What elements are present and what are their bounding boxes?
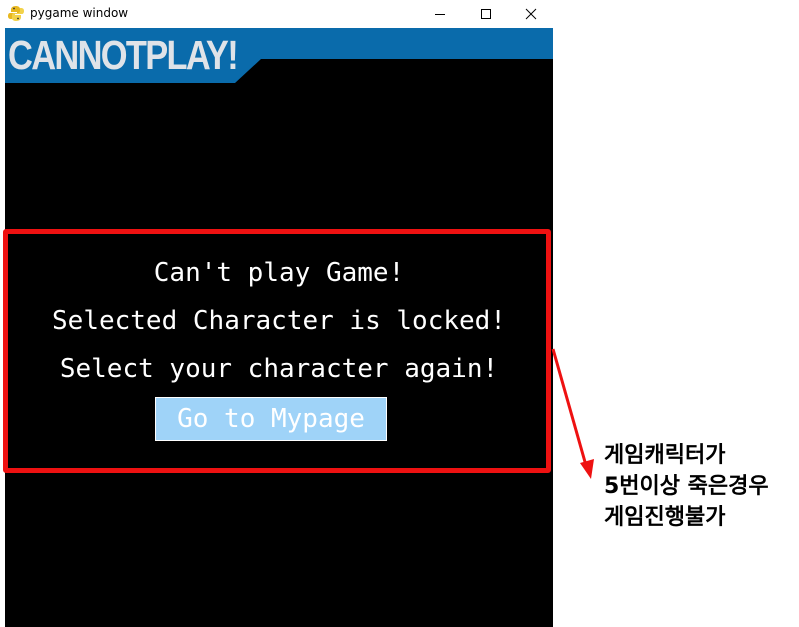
close-button[interactable]: [508, 0, 554, 28]
annotation-note: 게임캐릭터가 5번이상 죽은경우 게임진행불가: [604, 440, 769, 533]
close-icon: [525, 8, 537, 20]
window-title: pygame window: [30, 6, 129, 20]
message-line-2: Selected Character is locked!: [52, 306, 506, 336]
annotation-line-2: 5번이상 죽은경우: [604, 474, 769, 499]
pygame-window: pygame window CANNOTPLAY! Can't play Gam…: [0, 0, 554, 627]
arrow-icon: [551, 348, 594, 479]
game-canvas[interactable]: CANNOTPLAY! Can't play Game! Selected Ch…: [5, 28, 553, 627]
pygame-snake-icon: [8, 6, 24, 21]
minimize-button[interactable]: [417, 0, 463, 28]
minimize-icon: [435, 14, 445, 15]
title-bar[interactable]: pygame window: [0, 0, 554, 28]
annotation-line-1: 게임캐릭터가: [604, 443, 726, 468]
maximize-icon: [481, 9, 491, 19]
banner-title: CANNOTPLAY!: [8, 32, 239, 78]
maximize-button[interactable]: [463, 0, 509, 28]
message-line-1: Can't play Game!: [153, 258, 405, 288]
message-line-3: Select your character again!: [59, 354, 499, 384]
annotation-line-3: 게임진행불가: [604, 505, 726, 530]
go-to-mypage-button[interactable]: Go to Mypage: [155, 397, 387, 441]
